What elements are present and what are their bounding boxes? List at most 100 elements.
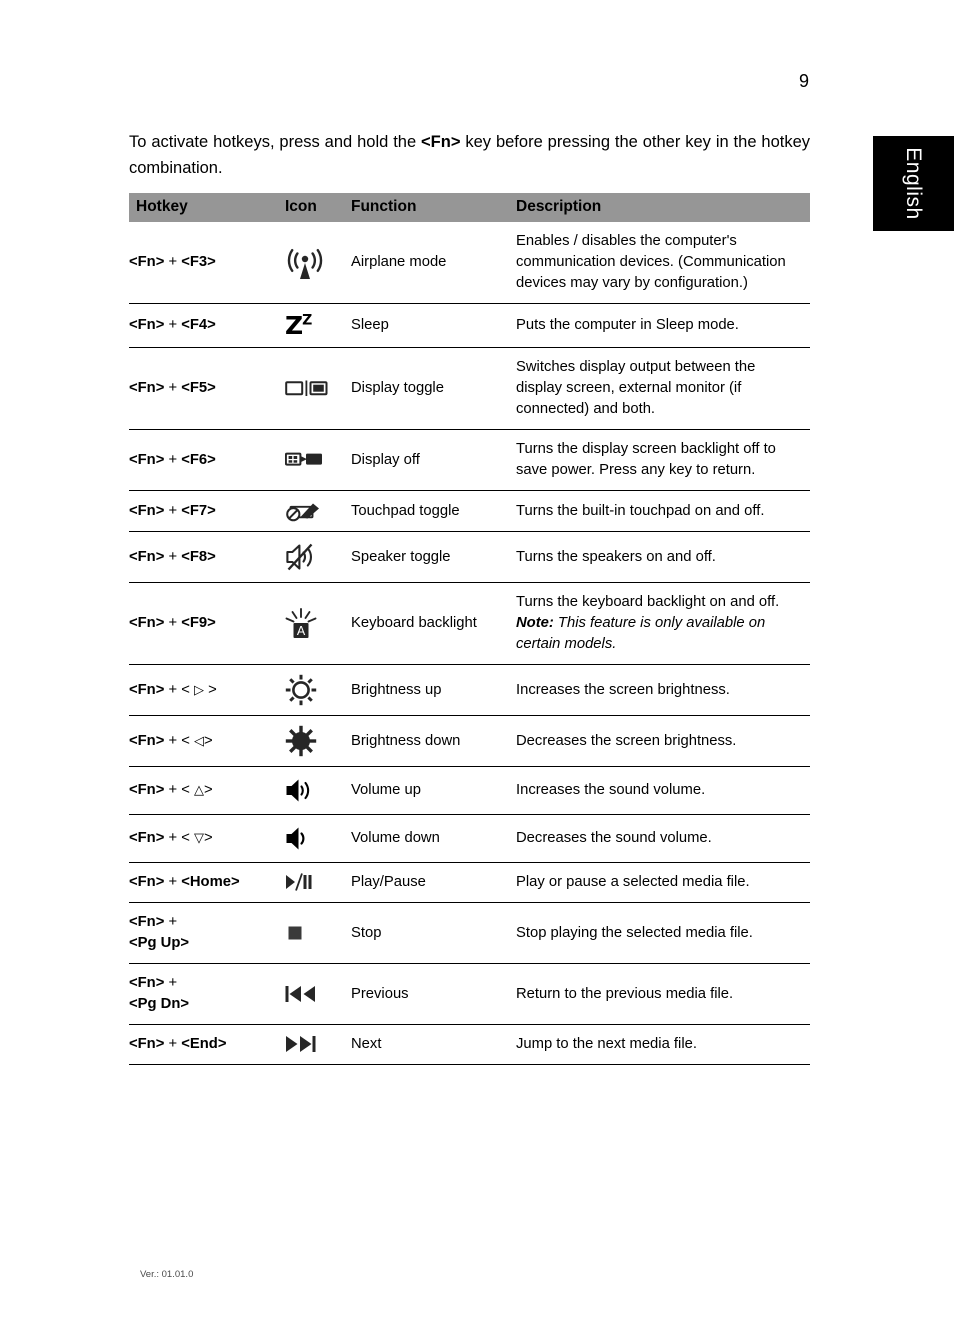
description-cell: Turns the speakers on and off.: [516, 531, 810, 583]
hotkey-key-5: <F8>: [181, 548, 216, 565]
hotkey-cell: <Fn> + <F7>: [129, 490, 285, 532]
table-row: <Fn> + <F6> Display off Turns the display …: [129, 429, 810, 491]
language-tab-label: English: [902, 147, 926, 220]
table-row: <Fn> + <F9> A Keyboard backlight Turns the …: [129, 582, 810, 665]
svg-text:A: A: [297, 624, 306, 638]
table-row: <Fn> + < △> Volume up Increases the sound …: [129, 766, 810, 815]
hotkey-cell: <Fn> + <End>: [129, 1024, 285, 1066]
volume-down-icon: [285, 814, 351, 863]
hotkey-cell: <Fn> + <F3>: [129, 254, 216, 271]
note-text: This feature is only available on certai…: [516, 615, 766, 653]
keyboard-backlight-icon: A: [285, 582, 351, 665]
table-row: <Fn> + < ▷ > Brightness up Increases the s…: [129, 664, 810, 716]
hotkey-key-12: <Pg Up>: [129, 935, 190, 952]
description-cell: Enables / disables the computer's commun…: [516, 233, 786, 292]
function-cell: Airplane mode: [351, 254, 447, 271]
table-row: <Fn> + <End> Next Jump to the next media f…: [129, 1024, 810, 1066]
hotkey-modifier-10: <Fn> + <: [129, 830, 194, 847]
hotkey-modifier-12: <Fn>: [129, 914, 165, 931]
function-cell: Next: [351, 1024, 516, 1066]
language-tab: English: [873, 136, 954, 231]
function-cell: Sleep: [351, 303, 516, 348]
description-text: Turns the keyboard backlight on and off.: [516, 594, 780, 611]
column-header-description: Description: [516, 193, 810, 223]
function-cell: Stop: [351, 902, 516, 964]
function-cell: Touchpad toggle: [351, 490, 516, 532]
display-off-icon: [285, 429, 351, 491]
hotkey-modifier-4: <Fn>: [129, 502, 165, 519]
description-cell: Turns the built-in touchpad on and off.: [516, 490, 810, 532]
touchpad-toggle-icon: [285, 490, 351, 532]
column-header-function: Function: [351, 193, 516, 223]
column-header-hotkey: Hotkey: [129, 193, 285, 223]
hotkey-cell: <Fn> + <F5>: [129, 347, 285, 430]
next-icon: [285, 1024, 351, 1066]
version-footer: Ver.: 01.01.0: [140, 1269, 194, 1280]
hotkey-modifier-2: <Fn>: [129, 380, 165, 397]
page-number: 9: [798, 71, 809, 91]
hotkey-cell: <Fn> + < △>: [129, 766, 285, 815]
hotkey-arrow-glyph-10: ▽: [193, 830, 204, 846]
previous-icon: [285, 963, 351, 1025]
table-header-row: Hotkey Icon Function Description: [129, 193, 810, 223]
description-cell: Decreases the screen brightness.: [516, 715, 810, 767]
function-cell: Keyboard backlight: [351, 582, 516, 665]
function-cell: Previous: [351, 963, 516, 1025]
function-cell: Brightness up: [351, 664, 516, 716]
hotkey-key-1: <F4>: [181, 317, 216, 334]
table-row: <Fn> + < ◁> Brightness down Decreases the …: [129, 715, 810, 767]
hotkey-key-6: <F9>: [181, 615, 216, 632]
hotkey-modifier-5: <Fn>: [129, 548, 165, 565]
hotkey-modifier-11: <Fn>: [129, 874, 165, 891]
hotkey-key-13: <Pg Dn>: [129, 996, 190, 1013]
hotkeys-table-body: <Fn> + <F3> Airplane mode Enables / disabl…: [129, 222, 810, 1066]
hotkey-key-0: <F3>: [181, 254, 216, 271]
display-toggle-icon: [285, 347, 351, 430]
hotkey-arrow-glyph-9: △: [193, 782, 204, 798]
description-cell: Increases the sound volume.: [516, 766, 810, 815]
hotkey-cell: <Fn> + <F6>: [129, 429, 285, 491]
speaker-toggle-icon: [285, 531, 351, 583]
description-cell: Decreases the sound volume.: [516, 814, 810, 863]
hotkey-cell: <Fn> + <F8>: [129, 531, 285, 583]
function-cell: Volume up: [351, 766, 516, 815]
hotkey-key-11: <Home>: [181, 874, 240, 891]
hotkey-arrow-glyph-8: ◁: [193, 732, 204, 748]
hotkey-key-2: <F5>: [181, 380, 216, 397]
hotkey-cell: <Fn> + < ▽>: [129, 814, 285, 863]
hotkey-modifier-13: <Fn>: [129, 975, 165, 992]
table-row: <Fn> + <F7> Touchpad toggle Turns the buil…: [129, 490, 810, 532]
note-label: Note:: [516, 615, 554, 632]
function-cell: Brightness down: [351, 715, 516, 767]
hotkey-modifier-3: <Fn>: [129, 451, 165, 468]
hotkey-cell: <Fn> + <F4>: [129, 303, 285, 348]
intro-before: To activate hotkeys, press and hold the: [129, 133, 422, 151]
page-content: To activate hotkeys, press and hold the …: [129, 130, 810, 1066]
stop-icon: [285, 902, 351, 964]
function-cell: Display off: [351, 429, 516, 491]
hotkey-key-14: <End>: [181, 1036, 227, 1053]
table-row: <Fn> + <F8> Speaker toggle Turns the speak…: [129, 531, 810, 583]
hotkeys-table: Hotkey Icon Function Description <Fn> + …: [129, 193, 810, 1066]
hotkey-cell: <Fn> + <Pg Dn>: [129, 963, 285, 1025]
volume-up-icon: [285, 766, 351, 815]
brightness-down-icon: [285, 715, 351, 767]
hotkey-cell: <Fn> + <Home>: [129, 862, 285, 903]
description-cell: Stop playing the selected media file.: [516, 902, 810, 964]
function-cell: Speaker toggle: [351, 531, 516, 583]
table-row: <Fn> + <F4> ZZ Sleep Puts the computer in S…: [129, 303, 810, 348]
column-header-icon: Icon: [285, 193, 351, 223]
table-row: <Fn> + <Home> Play/Pause Play or pause a s…: [129, 862, 810, 903]
hotkey-modifier-9: <Fn> + <: [129, 782, 194, 799]
hotkey-arrow-glyph-7: ▷: [193, 681, 204, 697]
intro-fn-key: <Fn>: [421, 133, 461, 151]
airplane-mode-icon: [285, 222, 351, 304]
description-cell: Jump to the next media file.: [516, 1024, 810, 1066]
hotkey-cell: <Fn> + <Pg Up>: [129, 902, 285, 964]
description-cell: Increases the screen brightness.: [516, 664, 810, 716]
function-cell: Volume down: [351, 814, 516, 863]
table-row: <Fn> + <Pg Up> Stop Stop playing the select…: [129, 902, 810, 964]
play-pause-icon: [285, 862, 351, 903]
intro-paragraph: To activate hotkeys, press and hold the …: [129, 130, 810, 181]
description-cell: Turns the display screen backlight off t…: [516, 429, 810, 491]
